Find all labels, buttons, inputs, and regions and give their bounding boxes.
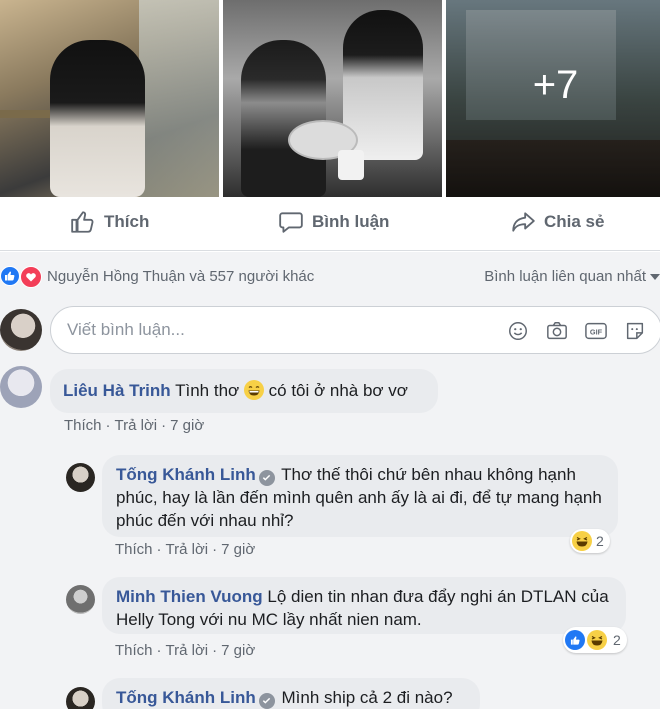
comment-like-link[interactable]: Thích	[115, 541, 153, 558]
comment-reply-link[interactable]: Trả lời	[115, 417, 158, 434]
comment-text: Mình ship cả 2 đi nào?	[281, 688, 453, 707]
comment-input-placeholder: Viết bình luận...	[67, 320, 185, 339]
share-button[interactable]: Chia sẻ	[510, 209, 604, 235]
reaction-count: 2	[596, 533, 604, 549]
like-reaction-icon	[0, 266, 20, 286]
sticker-icon[interactable]	[623, 319, 647, 343]
comment-input[interactable]: Viết bình luận... GIF	[50, 306, 660, 354]
more-photos-count: +7	[532, 62, 579, 107]
share-arrow-icon	[512, 212, 535, 232]
emoji-icon[interactable]	[506, 319, 530, 343]
comment-actions: Thích · Trả lời · 7 giờ	[115, 541, 256, 558]
sort-label: Bình luận liên quan nhất	[484, 268, 646, 285]
comment-bubble: Liêu Hà Trinh Tình thơ có tôi ở nhà bơ v…	[50, 369, 438, 413]
verified-badge-icon	[258, 692, 275, 709]
photo-2[interactable]	[223, 0, 442, 197]
comment-composer: Viết bình luận... GIF	[0, 306, 660, 354]
comment-actions: Thích · Trả lời · 7 giờ	[64, 417, 205, 434]
haha-reaction-icon	[587, 630, 607, 650]
gif-icon[interactable]: GIF	[584, 319, 608, 343]
comment-label: Bình luận	[312, 212, 390, 231]
like-label: Thích	[104, 212, 150, 231]
comment-reply-link[interactable]: Trả lời	[166, 642, 209, 659]
share-label: Chia sẻ	[544, 212, 605, 231]
comment-reactions[interactable]: 2	[570, 529, 610, 553]
like-reaction-icon	[565, 630, 585, 650]
comment-author[interactable]: Tống Khánh Linh	[116, 688, 256, 707]
like-button[interactable]: Thích	[70, 209, 149, 235]
comment-button[interactable]: Bình luận	[278, 209, 389, 235]
photo-1[interactable]	[0, 0, 219, 197]
reaction-icons[interactable]	[0, 266, 44, 288]
camera-icon[interactable]	[545, 319, 569, 343]
caret-down-icon	[650, 274, 660, 281]
svg-text:GIF: GIF	[590, 328, 603, 337]
comment-actions: Thích · Trả lời · 7 giờ	[115, 642, 256, 659]
grinning-emoji-icon	[243, 380, 264, 400]
comment-text: Tình thơ	[175, 381, 240, 400]
avatar[interactable]	[0, 366, 42, 408]
comment-like-link[interactable]: Thích	[64, 417, 102, 434]
comment-sort-dropdown[interactable]: Bình luận liên quan nhất	[484, 268, 660, 285]
reaction-summary-text[interactable]: Nguyễn Hồng Thuận và 557 người khác	[47, 268, 314, 285]
current-user-avatar[interactable]	[0, 309, 42, 351]
comment-timestamp[interactable]: 7 giờ	[221, 541, 255, 558]
comment-author[interactable]: Tống Khánh Linh	[116, 465, 256, 484]
photo-grid: +7	[0, 0, 660, 197]
reactions-summary: Nguyễn Hồng Thuận và 557 người khác Bình…	[0, 264, 660, 292]
verified-badge-icon	[258, 469, 275, 486]
photo-3-more[interactable]: +7	[446, 0, 660, 197]
avatar[interactable]	[66, 687, 95, 709]
comment-timestamp[interactable]: 7 giờ	[221, 642, 255, 659]
action-bar: Thích Bình luận Chia sẻ	[0, 197, 660, 251]
comment-bubble: Minh Thien Vuong Lộ dien tin nhan đưa đẩ…	[102, 577, 626, 634]
comment-timestamp[interactable]: 7 giờ	[170, 417, 204, 434]
comment-reactions[interactable]: 2	[563, 627, 627, 653]
comment-author[interactable]: Liêu Hà Trinh	[63, 381, 171, 400]
thumbs-up-icon	[71, 211, 94, 233]
avatar[interactable]	[66, 463, 95, 492]
comment-bubble: Tống Khánh Linh Thơ thế thôi chứ bên nha…	[102, 455, 618, 537]
comment-text-cont: có tôi ở nhà bơ vơ	[268, 381, 408, 400]
comment-author[interactable]: Minh Thien Vuong	[116, 587, 263, 606]
love-reaction-icon	[20, 266, 42, 288]
haha-reaction-icon	[572, 531, 592, 551]
reaction-count: 2	[613, 632, 621, 648]
comment-like-link[interactable]: Thích	[115, 642, 153, 659]
comment-bubble-icon	[279, 212, 303, 233]
comment-reply-link[interactable]: Trả lời	[166, 541, 209, 558]
avatar[interactable]	[66, 585, 95, 614]
comment-bubble: Tống Khánh Linh Mình ship cả 2 đi nào?	[102, 678, 480, 709]
